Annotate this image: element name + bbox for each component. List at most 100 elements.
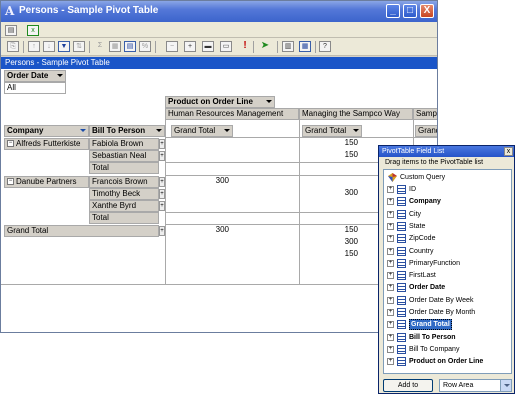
expand-icon[interactable]: + bbox=[387, 321, 394, 329]
copy-icon[interactable]: ⎘ bbox=[7, 41, 19, 52]
collapse-icon[interactable]: − bbox=[7, 178, 14, 186]
autofilter-icon[interactable]: ▼ bbox=[58, 41, 70, 52]
field-icon bbox=[397, 246, 406, 256]
area-select[interactable]: Row Area bbox=[439, 379, 512, 392]
chevron-down-icon[interactable] bbox=[57, 74, 63, 77]
field-item[interactable]: + City bbox=[387, 209, 511, 220]
field-item[interactable]: + FirstLast bbox=[387, 270, 511, 281]
value-grand-sampco-3[interactable]: 150 bbox=[302, 249, 362, 261]
autocalc-icon[interactable]: Σ bbox=[94, 41, 106, 52]
field-item[interactable]: + PrimaryFunction bbox=[387, 258, 511, 269]
company-label: Alfreds Futterkiste bbox=[16, 139, 81, 148]
expand-icon[interactable]: + bbox=[387, 222, 394, 230]
field-item[interactable]: + Grand Total bbox=[387, 319, 511, 331]
subtotal-icon[interactable]: ▦ bbox=[109, 41, 121, 52]
sort-ascending-icon[interactable]: ↑ bbox=[28, 41, 40, 52]
field-item[interactable]: + Order Date By Month bbox=[387, 307, 511, 318]
filter-field-order-date[interactable]: Order Date bbox=[4, 70, 66, 82]
value-francois-hr[interactable]: 300 bbox=[171, 176, 233, 188]
data-header-grand-total-3[interactable]: Grand Total bbox=[415, 125, 437, 137]
field-item[interactable]: + Company bbox=[387, 196, 511, 207]
field-item[interactable]: + Bill To Company bbox=[387, 344, 511, 355]
title-bar[interactable]: A Persons - Sample Pivot Table _ □ X bbox=[1, 1, 437, 22]
person-fabiola[interactable]: Fabiola Brown bbox=[89, 138, 159, 150]
show-top-bottom-icon[interactable]: ⇅ bbox=[73, 41, 85, 52]
value-sebastian-sampco[interactable]: 150 bbox=[302, 150, 362, 162]
field-item[interactable]: + Product on Order Line bbox=[387, 356, 511, 367]
show-details-icon[interactable]: ▭ bbox=[220, 41, 232, 52]
chart-icon[interactable]: ▥ bbox=[282, 41, 294, 52]
chevron-down-icon[interactable] bbox=[353, 129, 359, 132]
expand-icon[interactable]: + bbox=[184, 41, 196, 52]
expand-icon[interactable]: + bbox=[387, 247, 394, 255]
filter-field-value[interactable]: All bbox=[4, 82, 66, 94]
export-icon[interactable]: ➤ bbox=[259, 41, 271, 52]
properties-icon[interactable]: ▤ bbox=[5, 25, 17, 36]
person-xanthe[interactable]: Xanthe Byrd bbox=[89, 200, 159, 212]
calculated-field-icon[interactable]: ▤ bbox=[124, 41, 136, 52]
chevron-down-icon[interactable] bbox=[266, 100, 272, 103]
value-grand-sampco-2[interactable]: 300 bbox=[302, 237, 362, 249]
field-list-icon[interactable]: ▦ bbox=[299, 41, 311, 52]
close-button[interactable]: X bbox=[420, 4, 434, 18]
expand-icon[interactable]: + bbox=[387, 358, 394, 366]
field-item[interactable]: + Bill To Person bbox=[387, 332, 511, 343]
field-item[interactable]: + ZipCode bbox=[387, 233, 511, 244]
value-fabiola-sampco[interactable]: 150 bbox=[302, 138, 362, 150]
column-item-samp[interactable]: Samp bbox=[413, 108, 437, 120]
field-item[interactable]: + Country bbox=[387, 246, 511, 257]
field-tree[interactable]: Custom Query + ID + Company + City + State + ZipC… bbox=[383, 169, 512, 374]
column-field-product[interactable]: Product on Order Line bbox=[165, 96, 275, 108]
help-icon[interactable]: ? bbox=[319, 41, 331, 52]
person-sebastian[interactable]: Sebastian Neal bbox=[89, 150, 159, 162]
field-list-title-bar[interactable]: PivotTable Field List x bbox=[379, 146, 514, 157]
collapse-icon[interactable]: − bbox=[166, 41, 178, 52]
maximize-button[interactable]: □ bbox=[403, 4, 417, 18]
chevron-down-icon[interactable] bbox=[156, 129, 162, 132]
company-danube[interactable]: − Danube Partners bbox=[4, 176, 89, 188]
field-item[interactable]: + State bbox=[387, 221, 511, 232]
value-timothy-sampco[interactable]: 300 bbox=[302, 188, 362, 200]
expand-icon[interactable]: + bbox=[387, 345, 394, 353]
field-item[interactable]: + Order Date By Week bbox=[387, 295, 511, 306]
company-alfreds[interactable]: − Alfreds Futterkiste bbox=[4, 138, 89, 150]
sort-descending-icon[interactable]: ↓ bbox=[43, 41, 55, 52]
value-grand-sampco-1[interactable]: 150 bbox=[302, 225, 362, 237]
export-excel-icon[interactable]: x bbox=[27, 25, 39, 36]
row-field-company[interactable]: Company bbox=[4, 125, 89, 137]
value-grand-hr[interactable]: 300 bbox=[171, 225, 233, 237]
field-label: ID bbox=[409, 186, 416, 193]
expand-icon[interactable]: + bbox=[387, 186, 394, 193]
row-field-bill-to-person[interactable]: Bill To Person bbox=[89, 125, 165, 137]
expand-icon[interactable]: + bbox=[387, 272, 394, 280]
column-item-sampco[interactable]: Managing the Sampco Way bbox=[299, 108, 413, 120]
chevron-down-icon[interactable] bbox=[80, 129, 86, 132]
expand-icon[interactable]: + bbox=[387, 309, 394, 316]
expand-icon[interactable]: + bbox=[387, 259, 394, 267]
expand-icon[interactable]: + bbox=[387, 235, 394, 243]
person-francois[interactable]: Francois Brown bbox=[89, 176, 159, 188]
data-header-grand-total-1[interactable]: Grand Total bbox=[171, 125, 233, 137]
expand-icon[interactable]: + bbox=[387, 296, 394, 304]
show-as-icon[interactable]: % bbox=[139, 41, 151, 52]
expand-icon[interactable]: + bbox=[387, 210, 394, 218]
close-icon[interactable]: x bbox=[504, 147, 513, 156]
chevron-down-icon[interactable] bbox=[224, 129, 230, 132]
expand-icon[interactable]: + bbox=[387, 333, 394, 341]
hide-details-icon[interactable]: ▬ bbox=[202, 41, 214, 52]
data-header-grand-total-2[interactable]: Grand Total bbox=[302, 125, 362, 137]
expand-icon[interactable]: + bbox=[387, 284, 394, 292]
column-item-hr[interactable]: Human Resources Management bbox=[165, 108, 299, 120]
collapse-icon[interactable]: − bbox=[7, 140, 14, 148]
pivot-toolbar: ⎘ ↑ ↓ ▼ ⇅ Σ ▦ ▤ % − + ▬ ▭ ! ➤ ▥ ▦ ? bbox=[1, 38, 437, 56]
total-danube: Total bbox=[89, 212, 159, 224]
field-item[interactable]: + Order Date bbox=[387, 282, 511, 293]
chevron-down-icon[interactable] bbox=[500, 380, 511, 391]
tree-root-custom-query[interactable]: Custom Query bbox=[387, 172, 511, 183]
add-to-button[interactable]: Add to bbox=[383, 379, 433, 392]
field-item[interactable]: + ID bbox=[387, 184, 511, 195]
person-timothy[interactable]: Timothy Beck bbox=[89, 188, 159, 200]
minimize-button[interactable]: _ bbox=[386, 4, 400, 18]
expand-icon[interactable]: + bbox=[387, 198, 394, 206]
refresh-icon[interactable]: ! bbox=[239, 41, 251, 52]
